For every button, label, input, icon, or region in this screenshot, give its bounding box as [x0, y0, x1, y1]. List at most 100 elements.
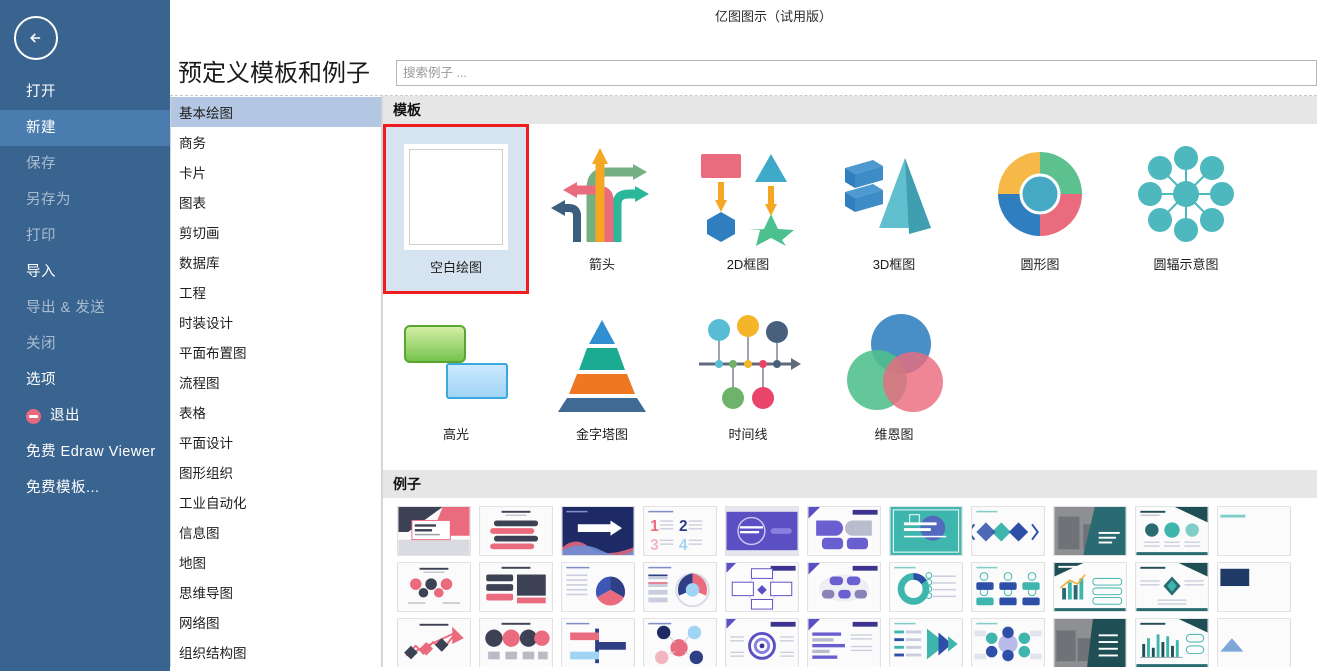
- back-arrow-icon[interactable]: [14, 16, 58, 60]
- sidebar-item-label: 退出: [50, 407, 80, 424]
- category-item-database[interactable]: 数据库: [171, 247, 381, 277]
- example-thumbnail[interactable]: [397, 562, 471, 612]
- sidebar-item-free-templates[interactable]: 免费模板...: [0, 470, 170, 506]
- category-item-fashion[interactable]: 时装设计: [171, 307, 381, 337]
- example-thumbnail[interactable]: [807, 506, 881, 556]
- example-thumbnail[interactable]: [889, 506, 963, 556]
- sidebar-item-free-viewer[interactable]: 免费 Edraw Viewer: [0, 434, 170, 470]
- svg-text:1: 1: [650, 518, 659, 535]
- category-item-chart[interactable]: 图表: [171, 187, 381, 217]
- sidebar-item-import[interactable]: 导入: [0, 254, 170, 290]
- template-card-blank[interactable]: 空白绘图: [383, 124, 529, 294]
- example-thumbnail[interactable]: [1217, 506, 1291, 556]
- template-card-3d-block[interactable]: 3D框图: [821, 124, 967, 294]
- examples-column: [561, 506, 635, 667]
- sidebar-item-export-send[interactable]: 导出 & 发送: [0, 290, 170, 326]
- template-card-highlight[interactable]: 高光: [383, 294, 529, 464]
- example-thumbnail[interactable]: [889, 562, 963, 612]
- block-2d-icon: [690, 138, 806, 250]
- exit-icon: [26, 408, 41, 424]
- category-item-form[interactable]: 表格: [171, 397, 381, 427]
- sidebar-item-options[interactable]: 选项: [0, 362, 170, 398]
- example-thumbnail[interactable]: [561, 618, 635, 667]
- template-card-arrows[interactable]: 箭头: [529, 124, 675, 294]
- example-thumbnail[interactable]: [725, 506, 799, 556]
- example-thumbnail[interactable]: [643, 562, 717, 612]
- template-card-venn[interactable]: 维恩图: [821, 294, 967, 464]
- template-card-circle-spoke[interactable]: 圆辐示意图: [1113, 124, 1259, 294]
- example-thumbnail[interactable]: [397, 618, 471, 667]
- sidebar-item-label: 导出 & 发送: [26, 299, 106, 316]
- category-item-industrial-automation[interactable]: 工业自动化: [171, 487, 381, 517]
- category-label: 商务: [179, 136, 206, 151]
- example-thumbnail[interactable]: [971, 618, 1045, 667]
- example-thumbnail[interactable]: [725, 562, 799, 612]
- example-thumbnail[interactable]: [479, 506, 553, 556]
- example-thumbnail[interactable]: [1217, 562, 1291, 612]
- template-card-2d-block[interactable]: 2D框图: [675, 124, 821, 294]
- category-item-basic[interactable]: 基本绘图: [171, 97, 381, 127]
- example-thumbnail[interactable]: [397, 506, 471, 556]
- examples-section: 例子 1 2 3 4: [383, 470, 1317, 667]
- app-title: 亿图图示（试用版）: [714, 8, 832, 24]
- example-thumbnail[interactable]: [1053, 618, 1127, 667]
- example-thumbnail[interactable]: [1217, 618, 1291, 667]
- category-item-graphic-organizer[interactable]: 图形组织: [171, 457, 381, 487]
- sidebar-item-save[interactable]: 保存: [0, 146, 170, 182]
- category-item-business[interactable]: 商务: [171, 127, 381, 157]
- category-item-clipart[interactable]: 剪切画: [171, 217, 381, 247]
- example-thumbnail[interactable]: [1053, 562, 1127, 612]
- search-input[interactable]: [396, 60, 1317, 86]
- category-item-floorplan[interactable]: 平面布置图: [171, 337, 381, 367]
- sidebar-item-open[interactable]: 打开: [0, 74, 170, 110]
- category-item-map[interactable]: 地图: [171, 547, 381, 577]
- category-item-mindmap[interactable]: 思维导图: [171, 577, 381, 607]
- example-thumbnail[interactable]: [1135, 562, 1209, 612]
- examples-column: [1217, 506, 1291, 667]
- example-thumbnail[interactable]: [479, 562, 553, 612]
- example-thumbnail[interactable]: [725, 618, 799, 667]
- category-item-card[interactable]: 卡片: [171, 157, 381, 187]
- sidebar-item-save-as[interactable]: 另存为: [0, 182, 170, 218]
- example-thumbnail[interactable]: [971, 562, 1045, 612]
- examples-column: [479, 506, 553, 667]
- example-thumbnail[interactable]: [479, 618, 553, 667]
- example-thumbnail[interactable]: [561, 506, 635, 556]
- block-3d-icon: [836, 138, 952, 250]
- category-item-infographic[interactable]: 信息图: [171, 517, 381, 547]
- page-title: 预定义模板和例子: [178, 60, 370, 87]
- category-item-flowchart[interactable]: 流程图: [171, 367, 381, 397]
- sidebar-item-exit[interactable]: 退出: [0, 398, 170, 434]
- sidebar-item-new[interactable]: 新建: [0, 110, 170, 146]
- highlight-icon: [398, 308, 514, 420]
- example-thumbnail[interactable]: [1053, 506, 1127, 556]
- example-thumbnail[interactable]: 1 2 3 4: [643, 506, 717, 556]
- templates-heading-label: 模板: [393, 102, 421, 118]
- sidebar-item-label: 选项: [26, 371, 56, 388]
- examples-section-heading: 例子: [383, 470, 1317, 498]
- sidebar-item-label: 导入: [26, 263, 56, 280]
- example-thumbnail[interactable]: [561, 562, 635, 612]
- example-thumbnail[interactable]: [807, 562, 881, 612]
- donut-icon: [982, 138, 1098, 250]
- example-thumbnail[interactable]: [889, 618, 963, 667]
- window-titlebar: 亿图图示（试用版）: [170, 0, 1317, 30]
- category-item-orgchart[interactable]: 组织结构图: [171, 637, 381, 667]
- example-thumbnail[interactable]: [971, 506, 1045, 556]
- category-item-engineering[interactable]: 工程: [171, 277, 381, 307]
- examples-grid: 1 2 3 4: [383, 498, 1317, 667]
- example-thumbnail[interactable]: [1135, 506, 1209, 556]
- example-thumbnail[interactable]: [1135, 618, 1209, 667]
- category-label: 平面布置图: [179, 346, 247, 361]
- category-item-graphic-design[interactable]: 平面设计: [171, 427, 381, 457]
- sidebar-item-close[interactable]: 关闭: [0, 326, 170, 362]
- category-list[interactable]: 基本绘图 商务 卡片 图表 剪切画 数据库 工程 时装设计 平面布置图 流程图 …: [170, 96, 382, 667]
- template-card-pyramid[interactable]: 金字塔图: [529, 294, 675, 464]
- category-item-network[interactable]: 网络图: [171, 607, 381, 637]
- template-card-timeline[interactable]: 时间线: [675, 294, 821, 464]
- example-thumbnail[interactable]: [807, 618, 881, 667]
- example-thumbnail[interactable]: [643, 618, 717, 667]
- template-card-donut[interactable]: 圆形图: [967, 124, 1113, 294]
- category-label: 表格: [179, 406, 206, 421]
- sidebar-item-print[interactable]: 打印: [0, 218, 170, 254]
